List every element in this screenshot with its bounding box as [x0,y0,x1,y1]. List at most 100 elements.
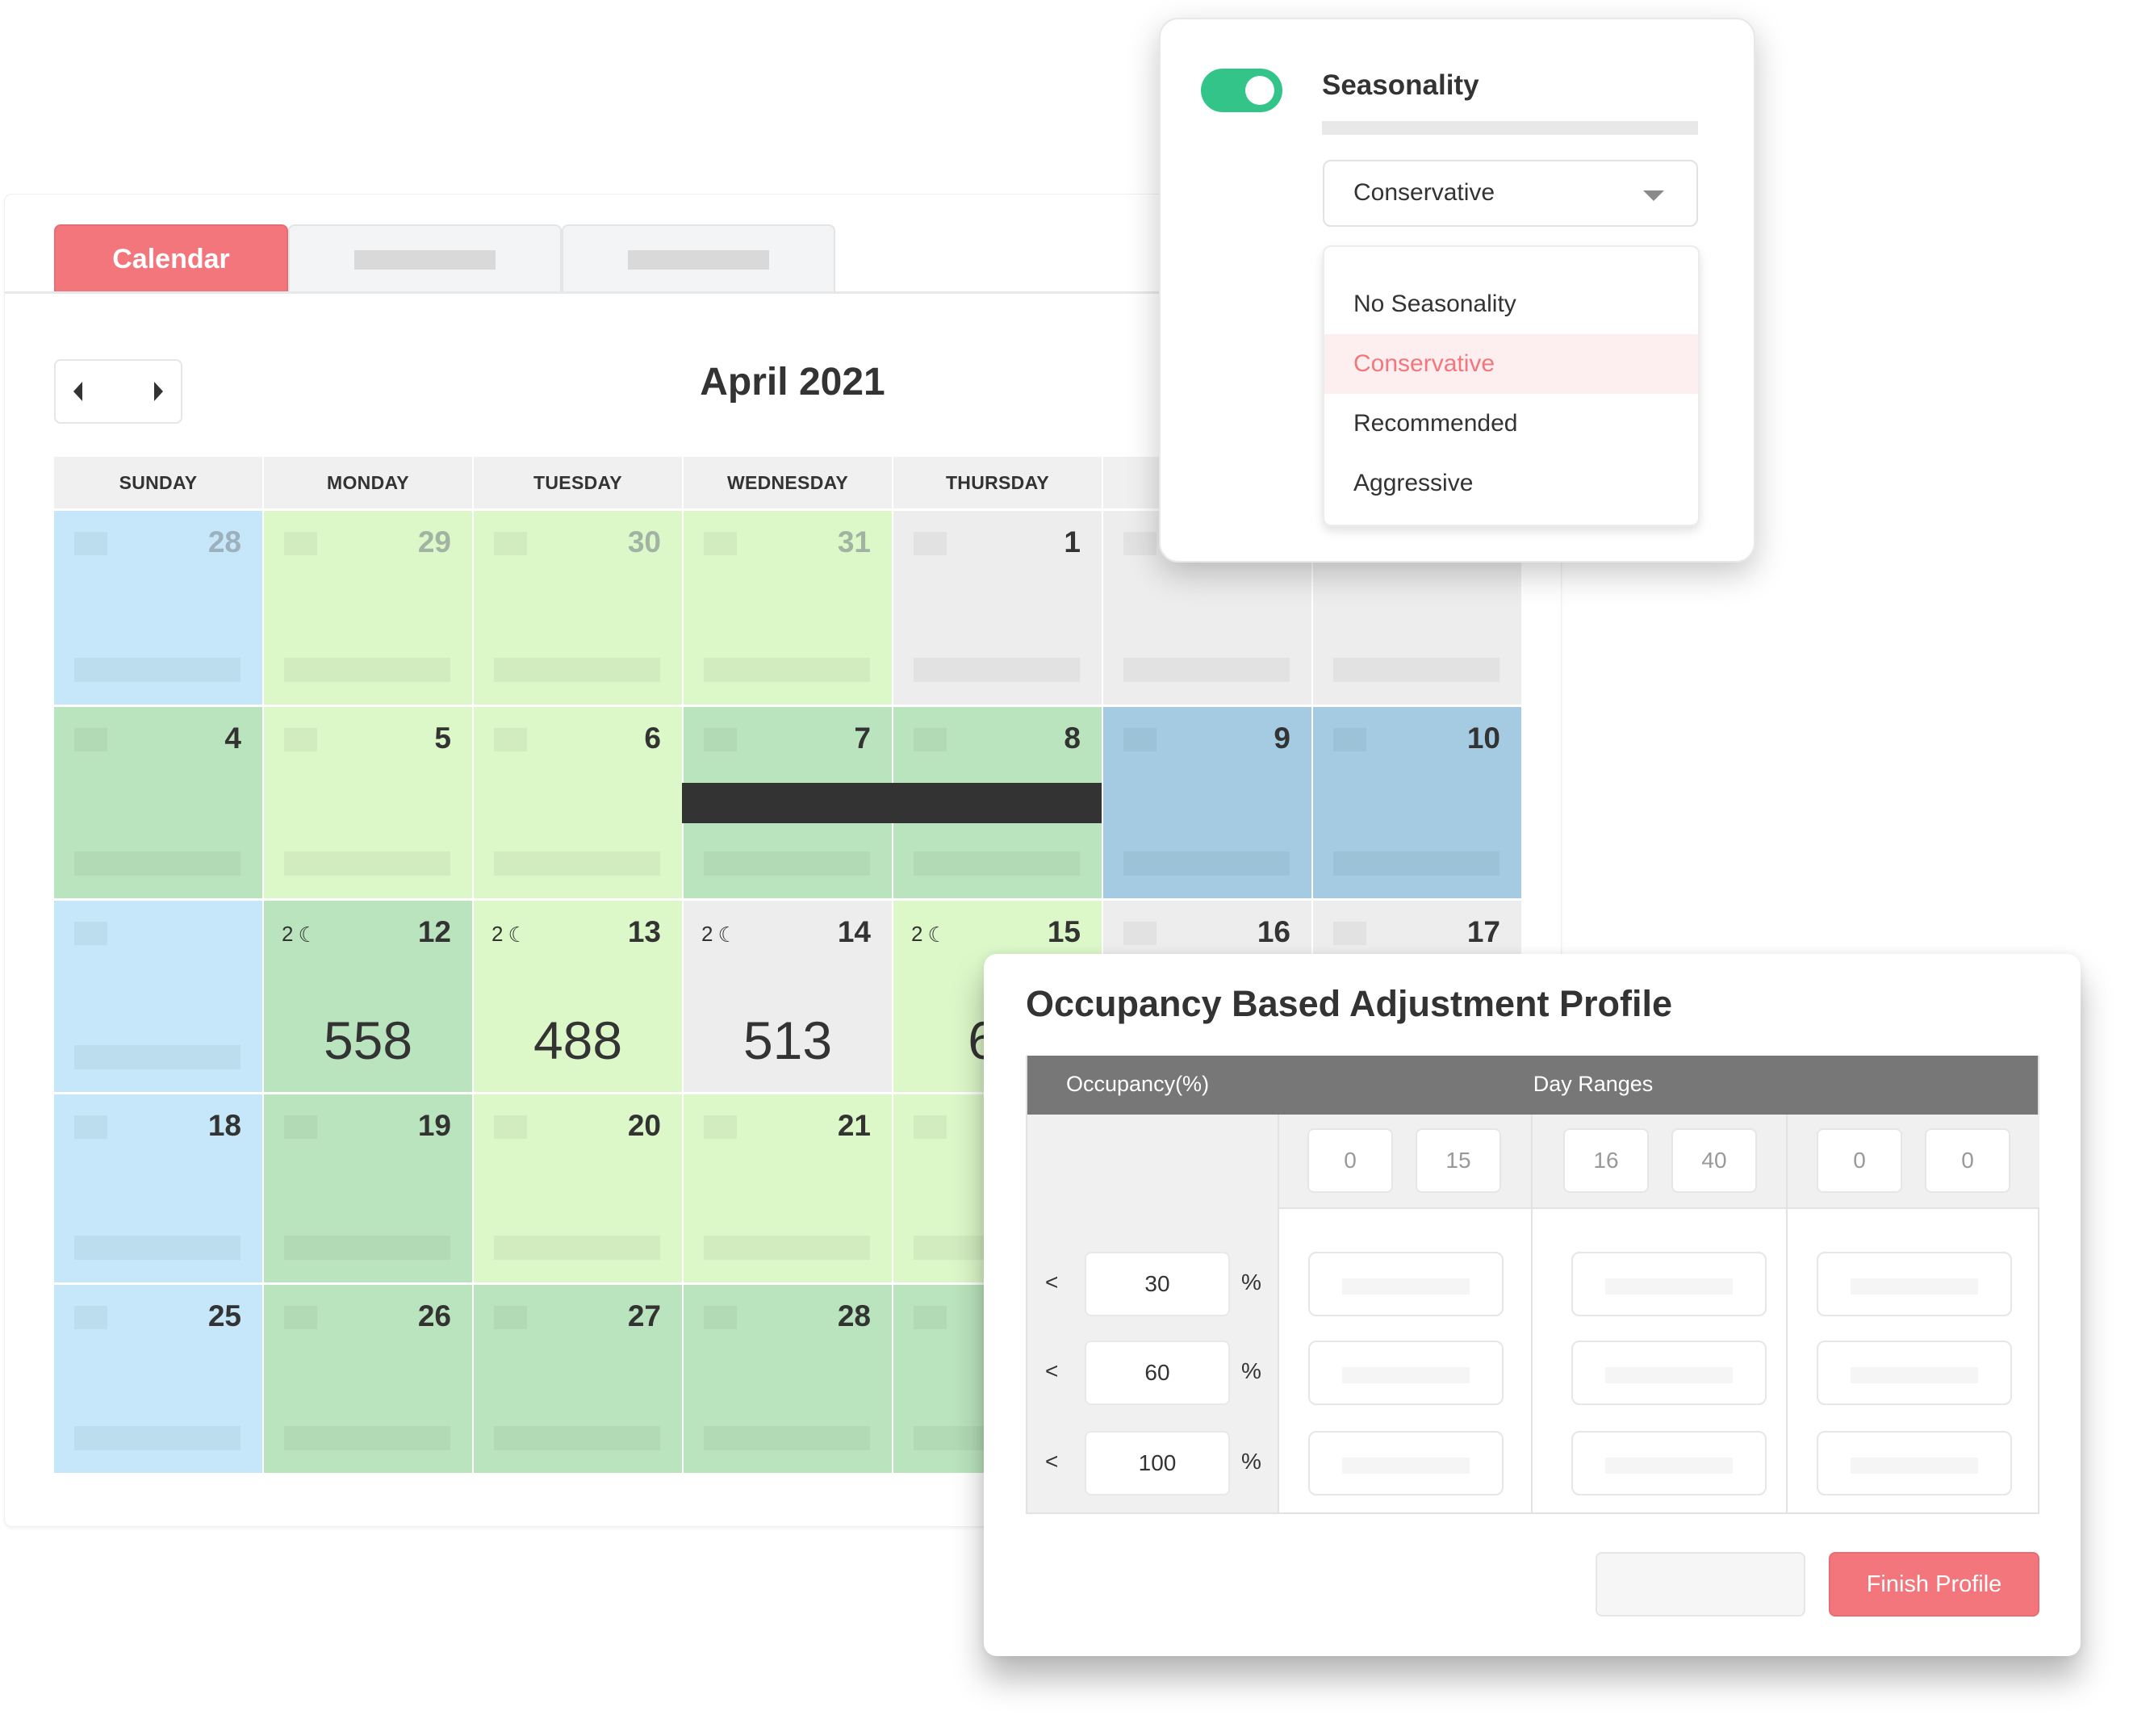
calendar-day-cell[interactable]: 9 [1103,707,1313,898]
day-number: 26 [417,1299,451,1332]
calendar-day-cell[interactable]: 2 ☾ 13 488 [474,901,684,1092]
weekday-sunday: SUNDAY [54,457,264,508]
day-badge-placeholder [1123,532,1157,555]
adjustment-input[interactable] [1817,1341,2012,1405]
threshold-row: < 100 % [1027,1431,1279,1495]
day-badge-placeholder [284,1306,317,1329]
calendar-day-cell[interactable]: 6 [474,707,684,898]
adjustment-input[interactable] [1571,1431,1767,1495]
day-number: 14 [837,915,871,948]
threshold-input[interactable]: 30 [1085,1252,1230,1316]
calendar-day-cell[interactable]: 5 [264,707,474,898]
day-price-placeholder [704,658,870,682]
calendar-day-cell[interactable]: 18 [54,1094,264,1282]
day-number: 28 [837,1299,871,1332]
day-number: 7 [854,722,871,755]
calendar-day-cell[interactable]: 25 [54,1285,264,1473]
day-range-to-input[interactable]: 15 [1416,1128,1501,1193]
tab-2[interactable] [288,224,562,293]
seasonality-select[interactable]: Conservative [1323,160,1698,227]
calendar-day-cell[interactable]: 30 [474,511,684,705]
calendar-day-cell[interactable]: 19 [264,1094,474,1282]
threshold-input[interactable]: 60 [1085,1341,1230,1405]
day-number: 1 [1064,525,1081,558]
day-price-placeholder [914,851,1080,876]
option-aggressive[interactable]: Aggressive [1324,454,1698,513]
secondary-button[interactable] [1596,1552,1805,1617]
min-stay-nights: 2 [282,922,294,946]
calendar-day-cell[interactable]: 1 [893,511,1103,705]
calendar-day-cell[interactable]: 31 [684,511,893,705]
threshold-row: < 30 % [1027,1252,1279,1316]
option-recommended[interactable]: Recommended [1324,394,1698,454]
percent-unit: % [1241,1358,1261,1383]
calendar-day-cell[interactable]: 4 [54,707,264,898]
tab-3[interactable] [562,224,835,293]
option-no-seasonality[interactable]: No Seasonality [1324,274,1698,334]
day-price-placeholder [74,1045,241,1069]
seasonality-select-value: Conservative [1353,179,1495,206]
calendar-day-cell[interactable]: 27 [474,1285,684,1473]
day-range-from-input[interactable]: 0 [1817,1128,1902,1193]
adjustment-input[interactable] [1308,1341,1504,1405]
option-conservative[interactable]: Conservative [1324,334,1698,394]
calendar-day-cell[interactable]: 28 [54,511,264,705]
input-placeholder [1851,1367,1978,1383]
adjustment-input[interactable] [1571,1252,1767,1316]
caret-right-icon[interactable] [154,382,163,401]
day-number: 21 [837,1109,871,1142]
day-range-from-input[interactable]: 0 [1307,1128,1393,1193]
calendar-day-cell[interactable]: 28 [684,1285,893,1473]
chevron-down-icon [1643,190,1664,201]
calendar-day-cell[interactable]: 21 [684,1094,893,1282]
day-range-inputs: 16 40 [1533,1115,1786,1209]
adjustment-input[interactable] [1571,1341,1767,1405]
caret-left-icon[interactable] [73,382,82,401]
day-badge-placeholder [74,532,107,555]
calendar-day-cell[interactable]: 29 [264,511,474,705]
calendar-day-cell[interactable]: 2 ☾ 14 513 [684,901,893,1092]
day-badge-placeholder [494,1115,527,1139]
finish-profile-button[interactable]: Finish Profile [1829,1552,2039,1617]
min-stay-nights: 2 [491,922,504,946]
day-range-to-input[interactable]: 40 [1671,1128,1757,1193]
day-badge-placeholder [74,728,107,751]
weekday-monday: MONDAY [264,457,474,508]
adjustment-input[interactable] [1817,1252,2012,1316]
day-number: 13 [627,915,661,948]
calendar-day-cell[interactable]: 20 [474,1094,684,1282]
day-number: 10 [1466,722,1500,755]
calendar-day-cell[interactable]: 10 [1313,707,1523,898]
calendar-day-cell[interactable]: 2 ☾ 12 558 [264,901,474,1092]
day-range-column-2: 16 40 [1533,1115,1788,1512]
day-badge-placeholder [914,532,947,555]
day-badge-placeholder [914,728,947,751]
day-badge-placeholder [914,1306,947,1329]
day-badge-placeholder [704,1306,737,1329]
calendar-day-cell[interactable] [54,901,264,1092]
input-placeholder [1342,1458,1470,1474]
day-range-to-input[interactable]: 0 [1925,1128,2010,1193]
adjustment-input[interactable] [1308,1252,1504,1316]
day-number: 4 [224,722,241,755]
day-price-placeholder [1333,658,1500,682]
day-number: 25 [207,1299,241,1332]
moon-icon: ☾ [298,922,317,947]
input-placeholder [1605,1458,1733,1474]
threshold-input[interactable]: 100 [1085,1431,1230,1495]
less-than-operator: < [1045,1358,1059,1383]
day-number: 8 [1064,722,1081,755]
day-badge-placeholder [74,1306,107,1329]
day-price-placeholder [494,851,660,876]
adjustment-input[interactable] [1817,1431,2012,1495]
tab-calendar[interactable]: Calendar [54,224,288,293]
day-range-from-input[interactable]: 16 [1563,1128,1649,1193]
day-number: 6 [644,722,661,755]
event-bar[interactable] [682,783,1102,823]
day-number: 17 [1466,915,1500,948]
calendar-day-cell[interactable]: 26 [264,1285,474,1473]
seasonality-toggle[interactable] [1201,69,1282,112]
day-number: 30 [627,525,661,558]
adjustment-input[interactable] [1308,1431,1504,1495]
input-placeholder [1605,1367,1733,1383]
